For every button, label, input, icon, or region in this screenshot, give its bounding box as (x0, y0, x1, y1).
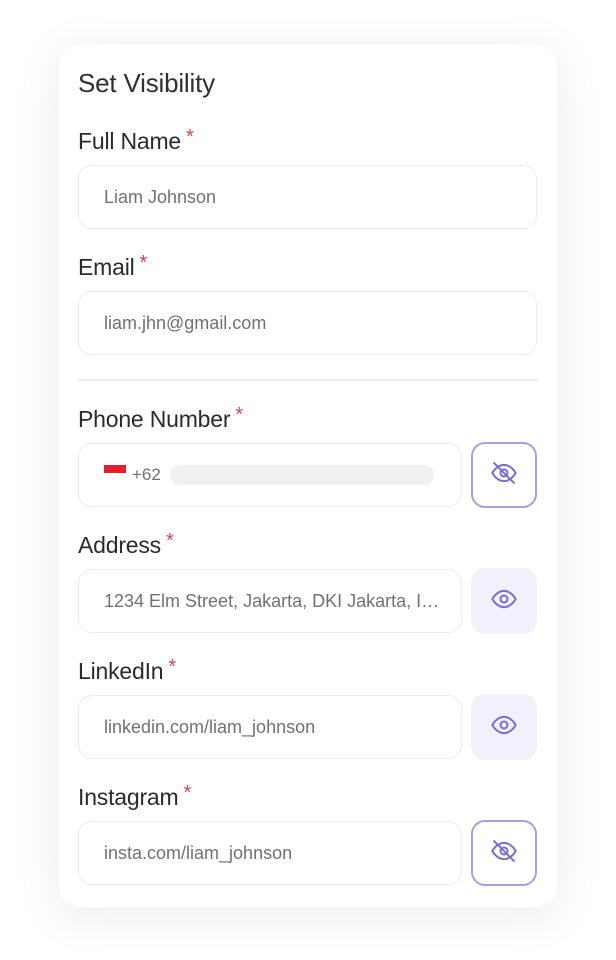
instagram-value: insta.com/liam_johnson (104, 842, 293, 863)
address-value: 1234 Elm Street, Jakarta, DKI Jakarta, I… (104, 590, 441, 611)
required-marker: * (168, 656, 176, 678)
linkedin-value: linkedin.com/liam_johnson (104, 716, 316, 737)
address-field[interactable]: 1234 Elm Street, Jakarta, DKI Jakarta, I… (78, 569, 462, 633)
required-marker: * (165, 530, 174, 552)
instagram-field[interactable]: insta.com/liam_johnson (78, 821, 462, 885)
full-name-field[interactable]: Liam Johnson (78, 165, 537, 229)
linkedin-label-text: LinkedIn (78, 658, 164, 684)
indonesia-flag-icon[interactable] (104, 464, 126, 480)
full-name-label: Full Name * (78, 126, 194, 155)
masked-phone-number (169, 465, 434, 485)
linkedin-label: LinkedIn * (78, 656, 176, 685)
phone-label: Phone Number * (78, 404, 243, 433)
email-label-text: Email (78, 254, 135, 280)
linkedin-visibility-toggle[interactable] (471, 694, 537, 760)
country-code: +62 (132, 465, 161, 484)
eye-off-icon (490, 837, 518, 870)
linkedin-field[interactable]: linkedin.com/liam_johnson (78, 695, 462, 759)
email-field[interactable]: liam.jhn@gmail.com (78, 291, 537, 355)
eye-off-icon (490, 459, 518, 492)
phone-field[interactable]: +62 (78, 443, 462, 507)
eye-icon (490, 711, 518, 744)
required-marker: * (235, 404, 243, 426)
instagram-visibility-toggle[interactable] (471, 820, 537, 886)
instagram-label-text: Instagram (78, 784, 179, 810)
page-title: Set Visibility (78, 68, 215, 98)
required-marker: * (183, 782, 192, 804)
email-value: liam.jhn@gmail.com (104, 312, 267, 333)
address-label: Address * (78, 530, 174, 559)
visibility-card: Set Visibility Full Name * Liam Johnson E… (58, 44, 558, 908)
address-visibility-toggle[interactable] (471, 568, 537, 634)
required-marker: * (186, 126, 194, 148)
instagram-label: Instagram * (78, 782, 192, 811)
full-name-value: Liam Johnson (104, 186, 217, 207)
section-divider (78, 379, 538, 381)
eye-icon (490, 585, 518, 618)
phone-visibility-toggle[interactable] (471, 442, 537, 508)
required-marker: * (139, 252, 148, 274)
address-label-text: Address (78, 532, 161, 558)
full-name-label-text: Full Name (78, 128, 182, 154)
phone-label-text: Phone Number (78, 406, 231, 432)
email-label: Email * (78, 252, 148, 281)
